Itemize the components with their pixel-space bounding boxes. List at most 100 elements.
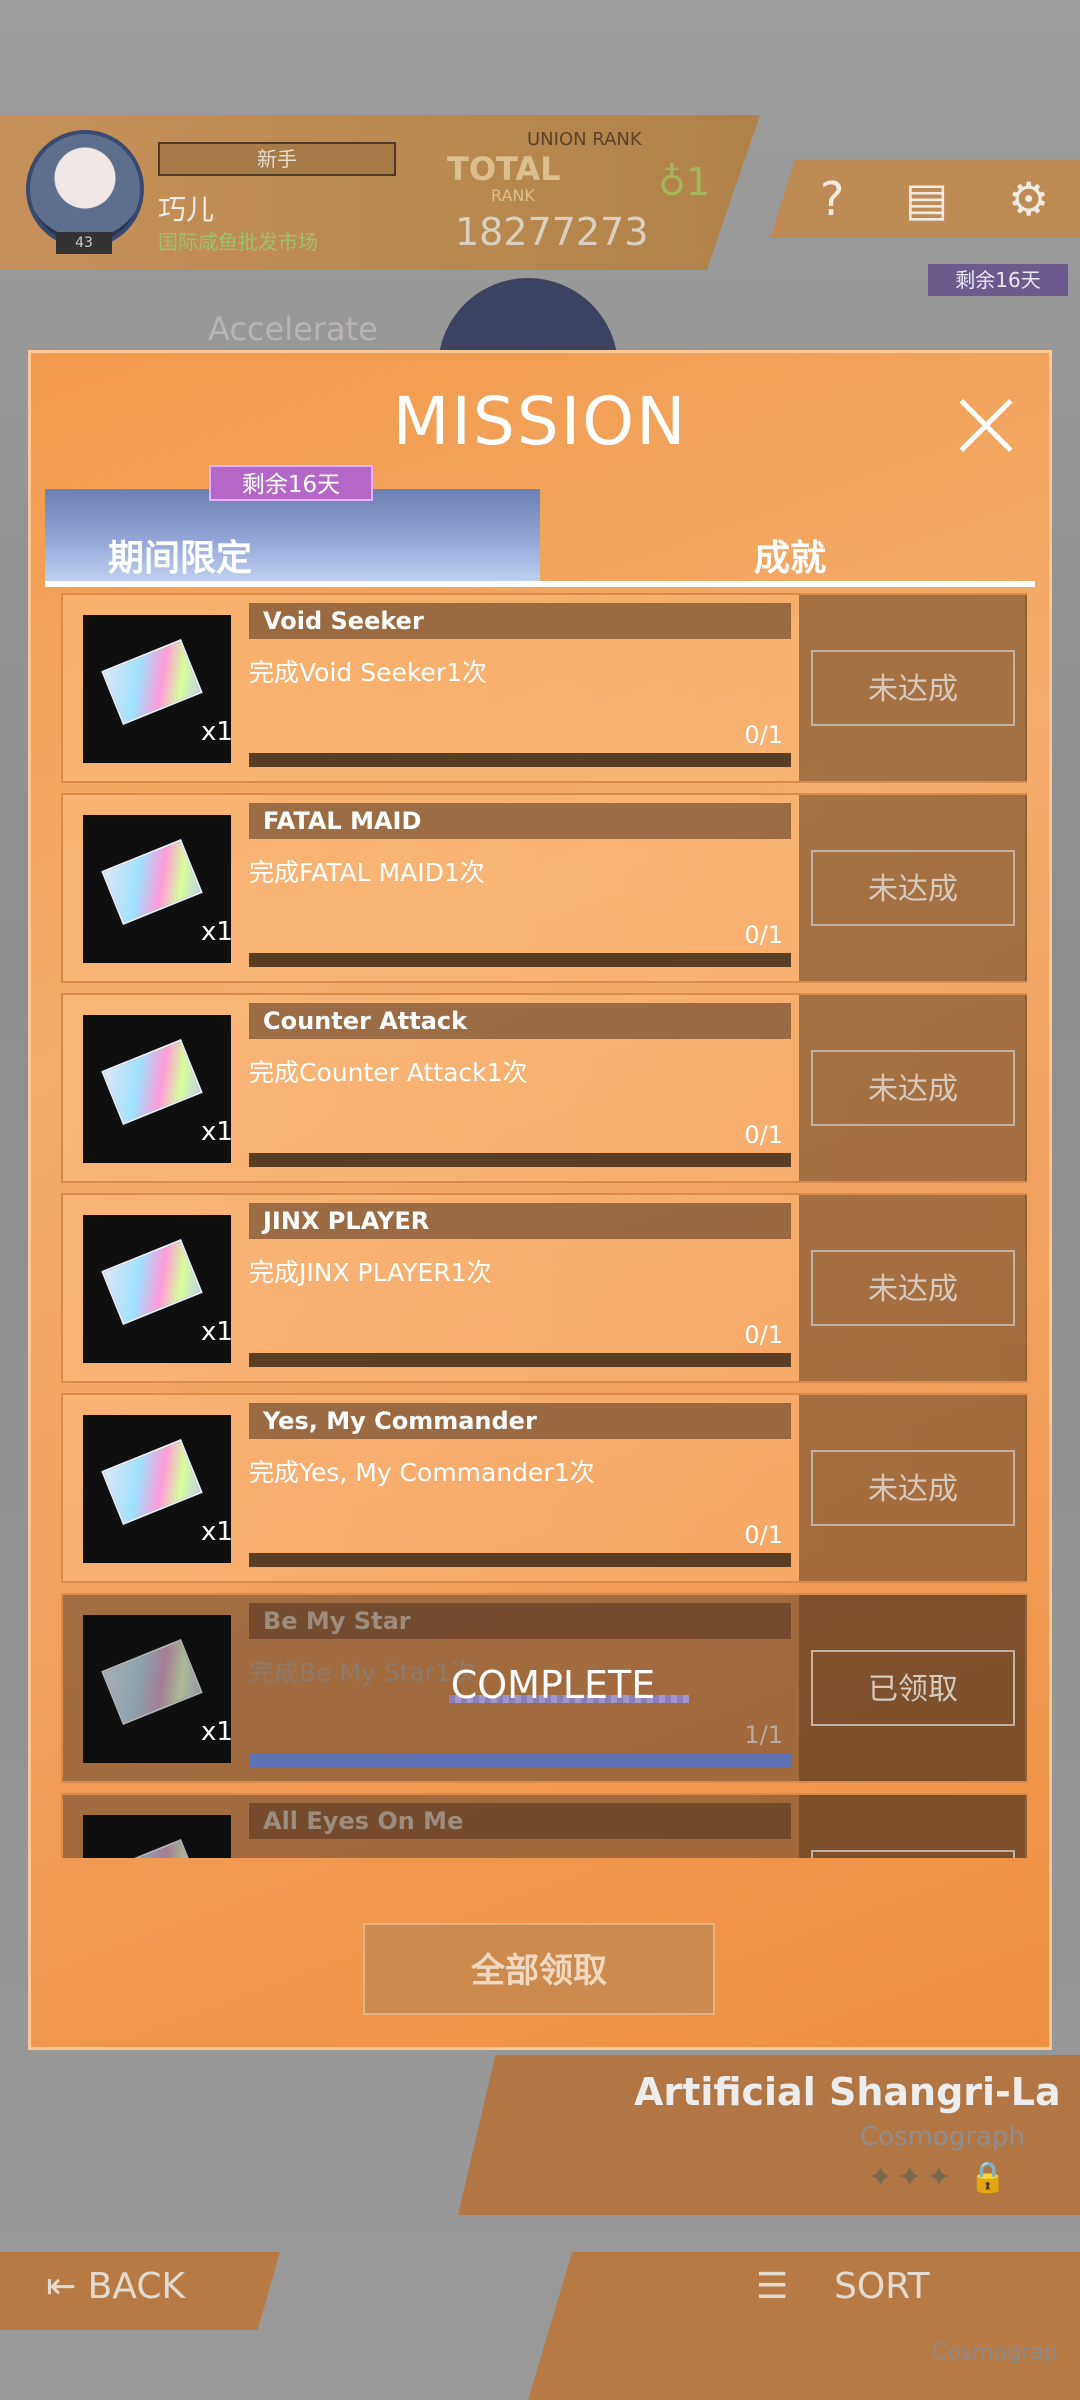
mission-modal: MISSION 期间限定 成就 剩余16天 x1 Void Seeker 完成Voi…: [28, 350, 1052, 2050]
mission-card: x1 Counter Attack 完成Counter Attack1次 0/1 未达成: [61, 993, 1027, 1183]
progress-fill: [249, 1753, 791, 1767]
player-name: 巧儿: [158, 193, 215, 226]
close-icon[interactable]: [955, 395, 1017, 457]
mission-status-button[interactable]: 未达成: [811, 650, 1015, 726]
song-title: Artificial Shangri-La: [634, 2070, 1061, 2114]
ticket-icon: [101, 839, 203, 925]
mission-name: Void Seeker: [263, 607, 424, 635]
reward-quantity: x1: [201, 1117, 233, 1147]
tab-achievements[interactable]: 成就: [545, 529, 1035, 581]
reward-thumbnail: x1: [83, 615, 233, 763]
reward-quantity: x1: [201, 1317, 233, 1347]
mission-name: FATAL MAID: [263, 807, 422, 835]
mission-description: 完成FATAL MAID1次: [249, 858, 485, 887]
medal-icon: ♁: [658, 160, 686, 204]
mission-status-panel: 未达成: [799, 1395, 1027, 1581]
tab-underline: [45, 581, 1035, 587]
player-subtitle: 国际咸鱼批发市场: [158, 230, 318, 254]
back-icon: ⇤: [46, 2266, 77, 2307]
background-label: Accelerate: [208, 310, 378, 348]
ticket-icon: [101, 1439, 203, 1525]
reward-quantity: x1: [201, 1517, 233, 1547]
mission-status-button[interactable]: 未达成: [811, 1250, 1015, 1326]
gear-icon[interactable]: ⚙: [1008, 172, 1049, 226]
mission-progress-text: 0/1: [744, 921, 783, 949]
claim-all-button[interactable]: 全部领取: [363, 1923, 715, 2015]
mission-progress-bar: [249, 1753, 791, 1767]
mission-card: x1 Be My Star 完成Be My Star1次 1/1 已领取 COMPLETE: [61, 1593, 1027, 1783]
reward-thumbnail: x1: [83, 1415, 233, 1563]
mission-progress-text: 0/1: [744, 1521, 783, 1549]
mission-name: Counter Attack: [263, 1007, 468, 1035]
mission-card: x1 Void Seeker 完成Void Seeker1次 0/1 未达成: [61, 593, 1027, 783]
ticket-icon: [101, 1639, 203, 1725]
mission-name: Yes, My Commander: [263, 1407, 537, 1435]
ticket-icon: [101, 639, 203, 725]
mission-status-panel: 未达成: [799, 995, 1027, 1181]
mission-card: x1 FATAL MAID 完成FATAL MAID1次 0/1 未达成: [61, 793, 1027, 983]
sort-label: ☰ SORT: [756, 2266, 930, 2307]
mission-status-button[interactable]: 未达成: [811, 850, 1015, 926]
tab-limited-label: 期间限定: [107, 538, 252, 579]
mission-status-button[interactable]: 未达成: [811, 1050, 1015, 1126]
lock-icon: 🔒: [968, 2160, 1011, 2195]
mission-status-panel: 已领取: [799, 1795, 1027, 1858]
modal-title: MISSION: [392, 383, 688, 460]
rank-number: 18277273: [455, 210, 649, 254]
reward-quantity: x1: [201, 917, 233, 947]
ticket-icon: [101, 1039, 203, 1125]
total-label: TOTAL: [447, 150, 561, 188]
reward-thumbnail: x1: [83, 1215, 233, 1363]
mission-status-button[interactable]: 已领取: [811, 1650, 1015, 1726]
reward-quantity: x1: [201, 717, 233, 747]
help-icon[interactable]: ?: [820, 172, 844, 226]
mission-description: 完成All Eyes On Me1次: [249, 1853, 526, 1858]
reward-thumbnail: x1: [83, 1815, 231, 1858]
mission-progress-text: 1/1: [744, 1721, 783, 1749]
sort-icon: ☰: [756, 2266, 789, 2307]
song-stars: ✦✦✦ 🔒: [868, 2160, 1011, 2195]
reward-quantity: x1: [201, 1717, 233, 1747]
medal-count: ♁1: [658, 160, 711, 204]
mission-progress-bar: [249, 1153, 791, 1167]
mission-tabs: 期间限定 成就: [45, 489, 1035, 587]
song-artist: Cosmograph: [860, 2122, 1025, 2152]
event-remaining-badge: 剩余16天: [928, 264, 1068, 296]
mission-status-button[interactable]: 已领取: [811, 1850, 1015, 1858]
mission-description: 完成Yes, My Commander1次: [249, 1458, 595, 1487]
mission-status-panel: 未达成: [799, 795, 1027, 981]
reward-thumbnail: x1: [83, 1615, 233, 1763]
mission-progress-bar: [249, 953, 791, 967]
reward-thumbnail: x1: [83, 1015, 233, 1163]
sort-subtext: Cosmograp: [932, 2340, 1058, 2365]
mission-card: x1All Eyes On Me完成All Eyes On Me1次1/1已领取…: [61, 1793, 1027, 1858]
mission-card: x1 JINX PLAYER 完成JINX PLAYER1次 0/1 未达成: [61, 1193, 1027, 1383]
mission-description: 完成JINX PLAYER1次: [249, 1258, 492, 1287]
mission-name: All Eyes On Me: [263, 1807, 464, 1835]
mission-status-panel: 已领取: [799, 1595, 1027, 1781]
film-icon[interactable]: ▤: [905, 172, 948, 226]
reward-thumbnail: x1: [83, 815, 233, 963]
mission-list[interactable]: x1 Void Seeker 完成Void Seeker1次 0/1 未达成 x1 FATA…: [61, 593, 1027, 1858]
back-label: ⇤ BACK: [46, 2266, 186, 2307]
mission-progress-text: 0/1: [744, 1121, 783, 1149]
player-rank-badge: 新手: [158, 142, 396, 176]
mission-name: Be My Star: [263, 1607, 411, 1635]
mission-progress-text: 0/1: [744, 1321, 783, 1349]
mission-status-button[interactable]: 未达成: [811, 1450, 1015, 1526]
tab-remaining-badge: 剩余16天: [209, 465, 373, 501]
mission-progress-text: 0/1: [744, 721, 783, 749]
ticket-icon: [101, 1239, 203, 1325]
mission-progress-bar: [249, 1353, 791, 1367]
mission-status-panel: 未达成: [799, 595, 1027, 781]
mission-progress-bar: [249, 1553, 791, 1567]
mission-description: 完成Counter Attack1次: [249, 1058, 528, 1087]
avatar[interactable]: [26, 130, 144, 248]
player-level: 43: [56, 232, 112, 254]
union-rank-title: UNION RANK: [527, 129, 642, 150]
rank-label: RANK: [491, 186, 535, 205]
mission-name: JINX PLAYER: [263, 1207, 430, 1235]
ticket-icon: [101, 1839, 203, 1858]
complete-label: COMPLETE: [450, 1663, 656, 1707]
mission-description: 完成Void Seeker1次: [249, 658, 488, 687]
